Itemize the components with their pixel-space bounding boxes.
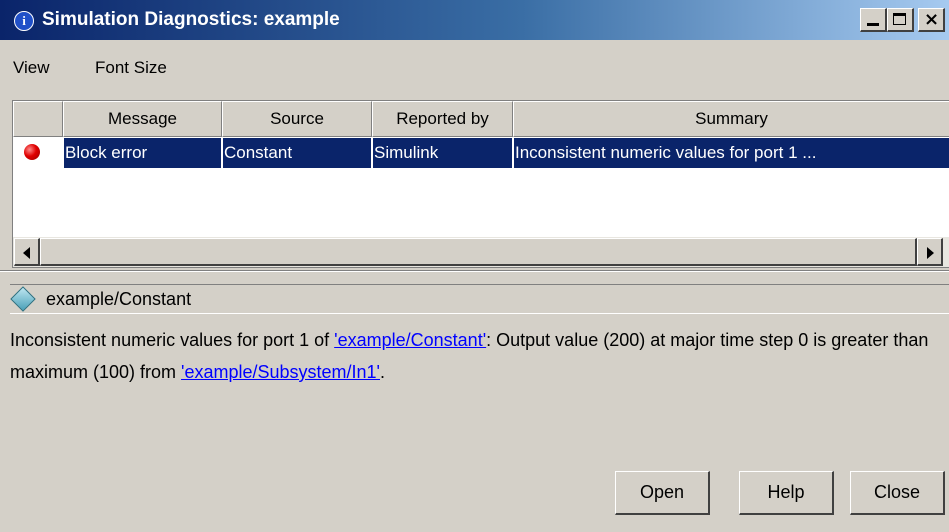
pane-splitter[interactable]: [0, 270, 949, 272]
message-text-3: .: [380, 362, 386, 382]
column-header-reported-by[interactable]: Reported by: [372, 101, 513, 137]
close-button[interactable]: Close: [850, 471, 945, 515]
column-header-message[interactable]: Message: [63, 101, 222, 137]
block-icon: [10, 286, 36, 312]
open-button[interactable]: Open: [615, 471, 710, 515]
row-icon-cell: [13, 137, 63, 169]
scroll-thumb[interactable]: [40, 238, 917, 266]
message-text-1: Inconsistent numeric values for port 1 o…: [10, 330, 335, 350]
cell-message[interactable]: Block error: [63, 137, 222, 169]
minimize-button[interactable]: [860, 8, 887, 32]
column-header-icon[interactable]: [13, 101, 63, 137]
menu-bar: View Font Size: [0, 54, 949, 84]
menu-view[interactable]: View: [13, 58, 50, 78]
block-path: example/Constant: [46, 289, 192, 309]
close-window-button[interactable]: ×: [918, 8, 945, 32]
maximize-button[interactable]: [887, 8, 914, 32]
arrow-right-icon: [927, 247, 934, 259]
block-path-bar: example/Constant: [10, 284, 949, 314]
title-bar[interactable]: i Simulation Diagnostics: example ×: [0, 0, 949, 40]
diagnostics-table: Message Source Reported by Summary Block…: [12, 100, 949, 268]
cell-source[interactable]: Constant: [222, 137, 372, 169]
cell-reported-by[interactable]: Simulink: [372, 137, 513, 169]
link-example-subsystem-in1[interactable]: 'example/Subsystem/In1': [181, 362, 380, 382]
window-title: Simulation Diagnostics: example: [42, 9, 340, 30]
menu-font-size[interactable]: Font Size: [95, 58, 167, 78]
table-row[interactable]: Block error Constant Simulink Inconsiste…: [13, 137, 949, 169]
scroll-left-button[interactable]: [14, 238, 40, 266]
minimize-icon: [867, 23, 879, 26]
link-example-constant[interactable]: 'example/Constant': [334, 330, 486, 350]
horizontal-scrollbar[interactable]: [13, 237, 949, 267]
column-header-source[interactable]: Source: [222, 101, 372, 137]
scroll-right-button[interactable]: [917, 238, 943, 266]
cell-summary[interactable]: Inconsistent numeric values for port 1 .…: [513, 137, 949, 169]
diagnostic-message: Inconsistent numeric values for port 1 o…: [10, 324, 945, 388]
arrow-left-icon: [23, 247, 30, 259]
column-header-summary[interactable]: Summary: [513, 101, 949, 137]
maximize-icon: [893, 13, 906, 25]
error-icon: [24, 144, 40, 160]
help-button[interactable]: Help: [739, 471, 834, 515]
close-icon: ×: [923, 9, 940, 30]
info-icon: i: [14, 11, 34, 31]
